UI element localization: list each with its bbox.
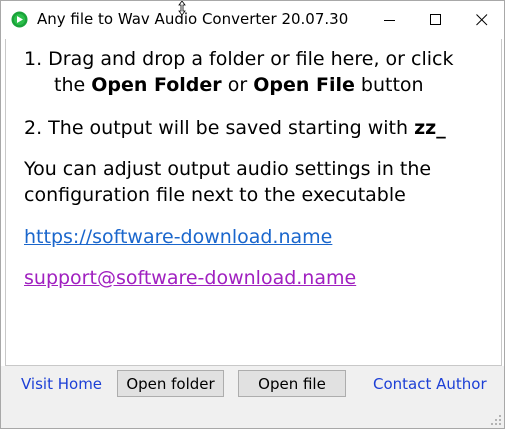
maximize-button[interactable] xyxy=(413,1,459,39)
contact-author-link[interactable]: Contact Author xyxy=(373,375,487,393)
open-folder-button[interactable]: Open folder xyxy=(117,370,224,397)
minimize-button[interactable] xyxy=(367,1,413,39)
output-prefix-value: zz_ xyxy=(414,117,446,139)
instruction-step1-text: 1. Drag and drop a folder or file here, … xyxy=(24,48,454,70)
app-window: Any file to Wav Audio Converter 20.07.30… xyxy=(0,0,505,429)
instruction-the: the xyxy=(54,74,86,96)
music-disc-icon xyxy=(11,11,28,28)
close-icon xyxy=(476,14,488,26)
instruction-or: or xyxy=(227,74,248,96)
close-button[interactable] xyxy=(459,1,505,39)
instruction-button-word: button xyxy=(360,74,424,96)
maximize-icon xyxy=(430,14,441,25)
config-note-line1: You can adjust output audio settings in … xyxy=(24,158,432,180)
instruction-step2: 2. The output will be saved starting wit… xyxy=(24,115,446,141)
drop-zone[interactable]: 1. Drag and drop a folder or file here, … xyxy=(5,39,502,366)
instruction-step1-continued: the Open Folder or Open File button xyxy=(54,72,424,98)
title-bar[interactable]: Any file to Wav Audio Converter 20.07.30 xyxy=(1,1,504,39)
instruction-step2-text: 2. The output will be saved starting wit… xyxy=(24,117,409,139)
window-title: Any file to Wav Audio Converter 20.07.30 xyxy=(37,10,349,28)
footer-bar: Visit Home Open folder Open file Contact… xyxy=(1,366,504,428)
resize-grip-icon[interactable] xyxy=(490,414,502,426)
instruction-step1: 1. Drag and drop a folder or file here, … xyxy=(24,46,453,72)
minimize-icon xyxy=(384,20,395,21)
open-folder-emphasis: Open Folder xyxy=(91,74,222,96)
open-file-button[interactable]: Open file xyxy=(238,370,346,397)
config-note-line2: configuration file next to the executabl… xyxy=(24,184,406,206)
visit-home-link[interactable]: Visit Home xyxy=(21,375,102,393)
support-email-link[interactable]: support@software-download.name xyxy=(24,265,356,291)
resize-cursor-icon xyxy=(178,1,186,15)
open-file-emphasis: Open File xyxy=(253,74,355,96)
website-link[interactable]: https://software-download.name xyxy=(24,224,332,250)
